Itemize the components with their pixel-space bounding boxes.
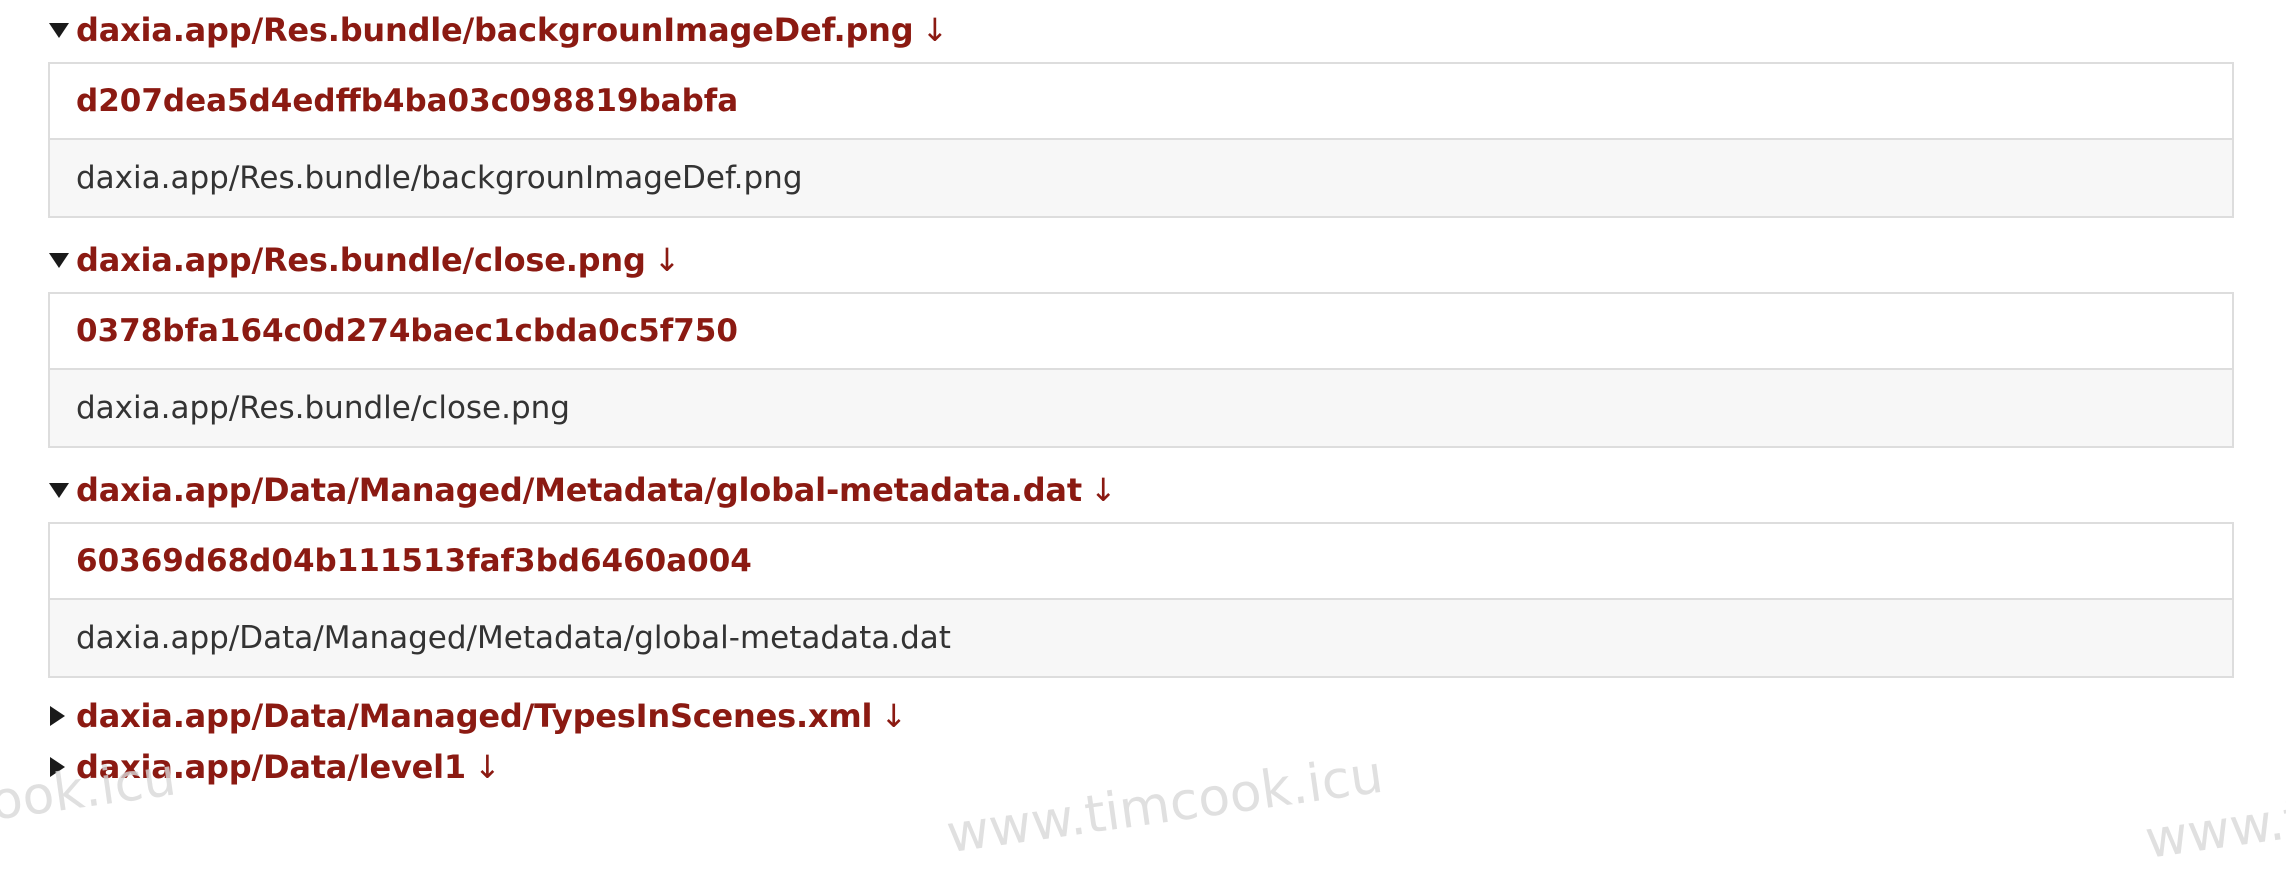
file-entry: daxia.app/Data/level1 ↓ [48,741,2238,792]
file-list: daxia.app/Res.bundle/backgrounImageDef.p… [48,0,2238,792]
file-path-link[interactable]: daxia.app/Res.bundle/close.png [76,241,646,279]
disclosure-triangle-right-icon[interactable] [48,705,76,727]
entry-summary[interactable]: daxia.app/Res.bundle/close.png ↓ [48,230,2238,288]
file-entry: daxia.app/Res.bundle/close.png ↓ 0378bfa… [48,230,2238,448]
disclosure-triangle-right-icon[interactable] [48,756,76,778]
file-entry: daxia.app/Data/Managed/Metadata/global-m… [48,460,2238,678]
file-name: daxia.app/Res.bundle/backgrounImageDef.p… [76,160,803,196]
file-hash: d207dea5d4edffb4ba03c098819babfa [76,83,739,119]
file-name: daxia.app/Res.bundle/close.png [76,390,570,426]
file-path-link[interactable]: daxia.app/Data/Managed/TypesInScenes.xml [76,697,873,735]
entry-summary[interactable]: daxia.app/Data/level1 ↓ [48,741,2238,792]
file-detail-table: 60369d68d04b111513faf3bd6460a004 daxia.a… [48,522,2234,678]
filename-row: daxia.app/Res.bundle/close.png [50,370,2232,446]
download-arrow-icon[interactable]: ↓ [880,697,907,735]
file-path-link[interactable]: daxia.app/Data/level1 [76,748,466,786]
file-detail-table: 0378bfa164c0d274baec1cbda0c5f750 daxia.a… [48,292,2234,448]
entry-summary[interactable]: daxia.app/Data/Managed/TypesInScenes.xml… [48,690,2238,741]
download-arrow-icon[interactable]: ↓ [921,11,948,49]
file-path-link[interactable]: daxia.app/Res.bundle/backgrounImageDef.p… [76,11,914,49]
file-name: daxia.app/Data/Managed/Metadata/global-m… [76,620,951,656]
file-hash: 0378bfa164c0d274baec1cbda0c5f750 [76,313,738,349]
download-arrow-icon[interactable]: ↓ [1090,471,1117,509]
file-path-link[interactable]: daxia.app/Data/Managed/Metadata/global-m… [76,471,1082,509]
file-detail-table: d207dea5d4edffb4ba03c098819babfa daxia.a… [48,62,2234,218]
file-hash: 60369d68d04b111513faf3bd6460a004 [76,543,752,579]
entry-summary[interactable]: daxia.app/Res.bundle/backgrounImageDef.p… [48,0,2238,58]
entry-summary[interactable]: daxia.app/Data/Managed/Metadata/global-m… [48,460,2238,518]
file-entry: daxia.app/Data/Managed/TypesInScenes.xml… [48,690,2238,741]
file-entry: daxia.app/Res.bundle/backgrounImageDef.p… [48,0,2238,218]
hash-row: 0378bfa164c0d274baec1cbda0c5f750 [50,294,2232,370]
filename-row: daxia.app/Data/Managed/Metadata/global-m… [50,600,2232,676]
disclosure-triangle-down-icon[interactable] [48,21,76,39]
download-arrow-icon[interactable]: ↓ [654,241,681,279]
hash-row: 60369d68d04b111513faf3bd6460a004 [50,524,2232,600]
disclosure-triangle-down-icon[interactable] [48,251,76,269]
hash-row: d207dea5d4edffb4ba03c098819babfa [50,64,2232,140]
disclosure-triangle-down-icon[interactable] [48,481,76,499]
download-arrow-icon[interactable]: ↓ [474,748,501,786]
filename-row: daxia.app/Res.bundle/backgrounImageDef.p… [50,140,2232,216]
watermark-text: www.t [2141,789,2286,871]
